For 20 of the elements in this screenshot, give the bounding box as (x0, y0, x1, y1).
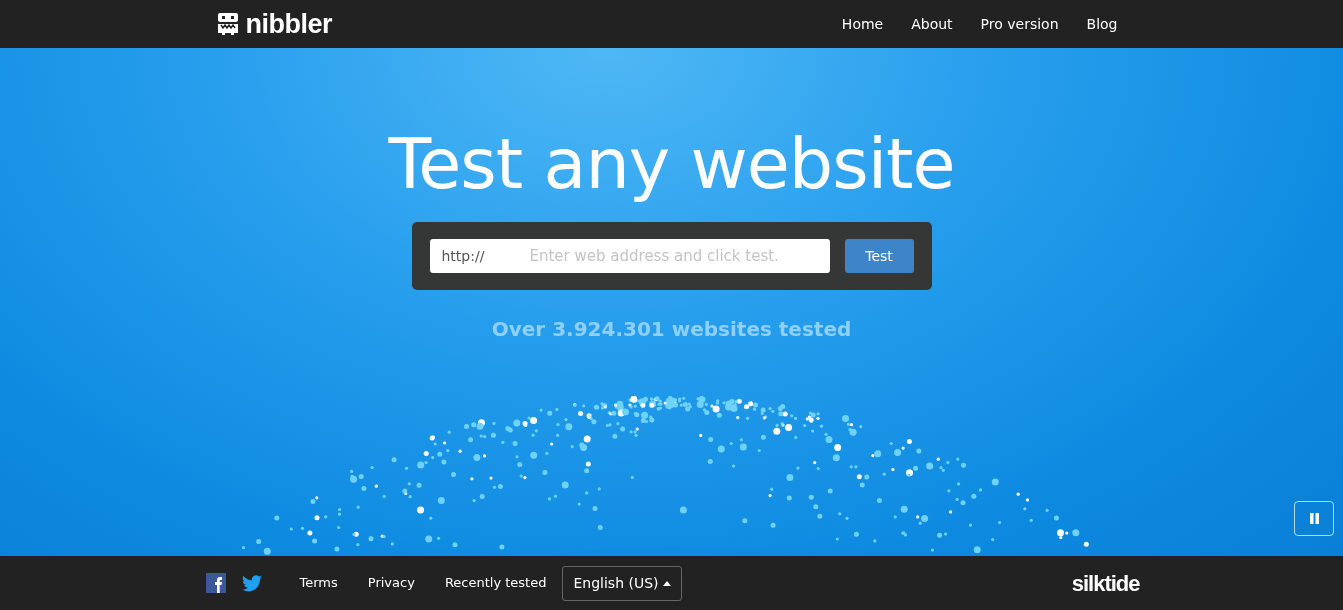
hero-title: Test any website (387, 122, 956, 206)
robot-logo-icon (217, 13, 238, 35)
test-button[interactable]: Test (844, 239, 914, 273)
websites-tested-counter: Over 3.924.301 websites tested (490, 316, 853, 343)
caret-icon (663, 581, 671, 586)
silktide-logo[interactable]: silktide (1071, 566, 1140, 600)
nav-link[interactable]: About (911, 13, 953, 35)
url-prefix-label: http:// (441, 247, 485, 265)
pause-icon (1309, 513, 1319, 524)
footer-link[interactable]: Terms (299, 573, 338, 593)
footer-link[interactable]: Recently tested (444, 573, 547, 593)
nav-link[interactable]: Blog (1086, 13, 1118, 35)
twitter-bird-icon[interactable] (241, 574, 262, 592)
brand-logo[interactable]: nibbler (245, 3, 332, 45)
nav-link[interactable]: Pro version (980, 13, 1059, 35)
footer-link[interactable]: Privacy (367, 573, 415, 593)
language-dropdown[interactable]: English (US) (562, 565, 682, 601)
pause-button[interactable] (1294, 501, 1334, 536)
facebook-icon[interactable] (205, 573, 226, 593)
nav-link[interactable]: Home (841, 13, 884, 35)
